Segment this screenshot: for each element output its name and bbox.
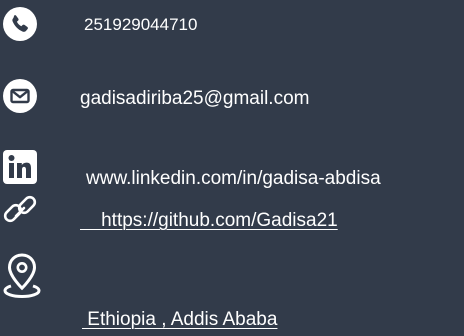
location-pin-icon — [3, 253, 41, 299]
linkedin-url[interactable]: www.linkedin.com/in/gadisa-abdisa — [86, 167, 381, 191]
contact-row-linkedin: www.linkedin.com/in/gadisa-abdisa — [0, 146, 464, 190]
contact-row-github: https://github.com/Gadisa21 — [0, 192, 464, 236]
phone-number[interactable]: 251929044710 — [84, 13, 197, 37]
location-text[interactable]: Ethiopia , Addis Ababa — [82, 308, 277, 332]
contact-row-phone: 251929044710 — [0, 4, 464, 48]
email-address[interactable]: gadisadiriba25@gmail.com — [80, 87, 309, 111]
envelope-icon — [3, 79, 37, 113]
contact-row-location: Ethiopia , Addis Ababa — [0, 252, 464, 330]
phone-icon — [3, 7, 37, 41]
contact-row-email: gadisadiriba25@gmail.com — [0, 76, 464, 120]
linkedin-icon — [3, 150, 37, 184]
chain-link-icon — [3, 195, 37, 223]
github-link[interactable]: https://github.com/Gadisa21 — [80, 209, 338, 233]
